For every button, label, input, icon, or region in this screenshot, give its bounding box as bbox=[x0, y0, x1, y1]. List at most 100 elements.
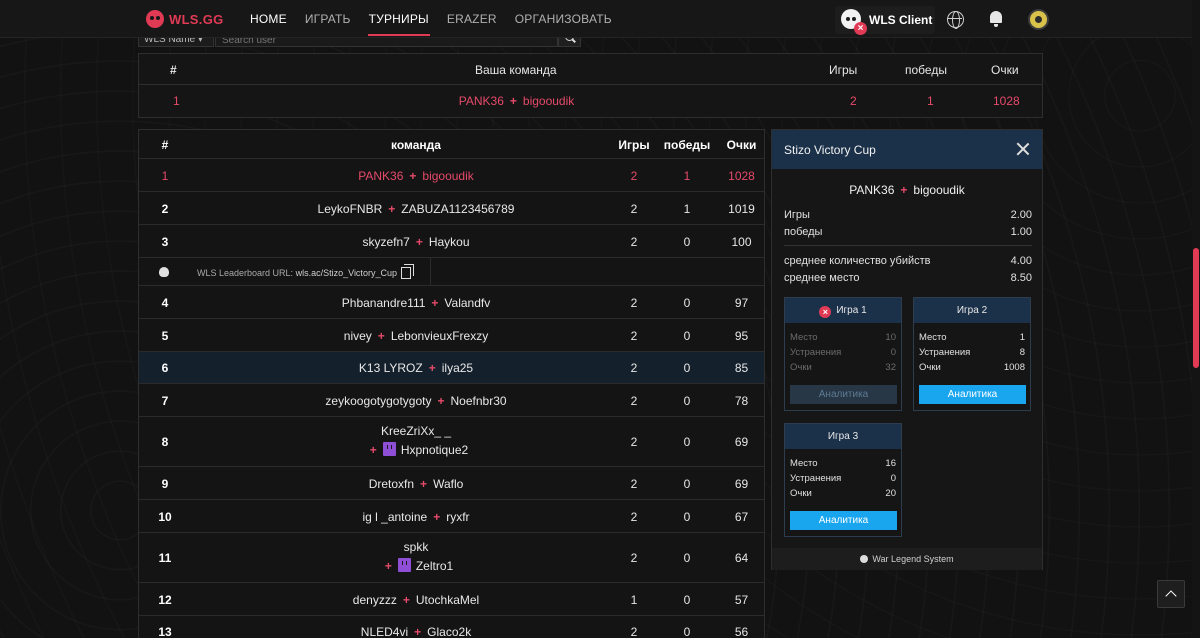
table-row[interactable]: 12 denyzzz + UtochkaMel 1 0 57 bbox=[139, 583, 764, 616]
col-points: Очки bbox=[991, 63, 1019, 77]
skull-icon bbox=[159, 267, 169, 277]
game-card-title: Игра 2 bbox=[914, 298, 1030, 323]
error-icon: × bbox=[819, 306, 832, 318]
row-wins: 0 bbox=[683, 235, 691, 249]
your-team-games: 2 bbox=[850, 94, 857, 108]
skull-icon bbox=[860, 555, 869, 563]
row-rank: 4 bbox=[161, 296, 169, 310]
leaderboard-url[interactable]: WLS Leaderboard URL: wls.ac/Stizo_Victor… bbox=[197, 264, 414, 279]
nav-play[interactable]: ИГРАТЬ bbox=[296, 0, 360, 38]
table-row[interactable]: 2 LeykoFNBR + ZABUZA1123456789 2 1 1019 bbox=[139, 192, 764, 225]
nav-home[interactable]: HOME bbox=[241, 0, 296, 38]
row-rank: 11 bbox=[158, 551, 172, 565]
table-row[interactable]: 9 Dretoxfn + Waflo 2 0 69 bbox=[139, 467, 764, 500]
row-rank: 3 bbox=[161, 235, 169, 249]
row-rank: 2 bbox=[161, 202, 169, 216]
nav-organize[interactable]: ОРГАНИЗОВАТЬ bbox=[506, 0, 621, 38]
analytics-button[interactable]: Аналитика bbox=[919, 385, 1026, 404]
your-team-players[interactable]: PANK36 + bigooudik bbox=[389, 94, 644, 108]
row-rank: 1 bbox=[161, 169, 169, 183]
table-row[interactable]: 10 ig l _antoine + ryxfr 2 0 67 bbox=[139, 500, 764, 533]
row-points: 67 bbox=[734, 510, 749, 524]
col-team: команда bbox=[391, 138, 441, 152]
your-team-rank: 1 bbox=[173, 94, 180, 108]
row-wins: 0 bbox=[683, 394, 691, 408]
table-row[interactable]: 11 spkk + Zeltro1 2 0 64 bbox=[139, 533, 764, 583]
row-team: LeykoFNBR + ZABUZA1123456789 bbox=[317, 202, 515, 216]
bell-icon[interactable] bbox=[988, 10, 1004, 28]
twitch-icon[interactable] bbox=[382, 442, 396, 456]
row-games: 2 bbox=[630, 435, 638, 449]
row-rank: 5 bbox=[161, 329, 169, 343]
row-team-player1: spkk bbox=[403, 540, 429, 554]
table-row[interactable]: 3 skyzefn7 + Haykou 2 0 100 bbox=[139, 225, 764, 258]
panel-team-name: PANK36 + bigooudik bbox=[849, 183, 965, 197]
game-points: Очки 20 bbox=[790, 488, 896, 499]
scrollbar-thumb[interactable] bbox=[1193, 248, 1199, 368]
stat-divider bbox=[784, 245, 1032, 246]
col-team: Ваша команда bbox=[475, 63, 557, 77]
table-row[interactable]: 7 zeykoogotygotygoty + Noefnbr30 2 0 78 bbox=[139, 384, 764, 417]
table-row[interactable]: 1 PANK36 + bigooudik 2 1 1028 bbox=[139, 159, 764, 192]
twitch-icon[interactable] bbox=[397, 558, 411, 572]
table-row[interactable]: 8 KreeZriXx_ _ + Hxpnotique2 2 0 69 bbox=[139, 417, 764, 467]
close-icon[interactable] bbox=[1015, 141, 1031, 157]
row-wins: 0 bbox=[683, 435, 691, 449]
wls-client-button[interactable]: × WLS Client bbox=[835, 6, 935, 35]
game-card-title: Игра 3 bbox=[785, 424, 901, 449]
game-place: Место 1 bbox=[919, 332, 1025, 343]
col-wins: победы bbox=[663, 138, 711, 152]
row-points: 1019 bbox=[728, 202, 755, 216]
panel-header: Stizo Victory Cup bbox=[772, 130, 1042, 169]
row-points: 69 bbox=[734, 435, 749, 449]
logo[interactable]: WLS.GG bbox=[146, 10, 224, 28]
row-wins: 1 bbox=[683, 202, 691, 216]
row-wins: 0 bbox=[683, 477, 691, 491]
row-rank: 10 bbox=[158, 510, 172, 524]
row-team: ig l _antoine + ryxfr bbox=[362, 510, 470, 524]
table-row[interactable]: 6 K13 LYROZ + ilya25 2 0 85 bbox=[139, 352, 764, 384]
row-games: 2 bbox=[630, 169, 638, 183]
stat-games: Игры 2.00 bbox=[784, 209, 1032, 221]
row-games: 2 bbox=[630, 477, 638, 491]
row-games: 2 bbox=[630, 329, 638, 343]
col-num: # bbox=[161, 138, 169, 152]
row-games: 1 bbox=[630, 593, 638, 607]
your-team-wins: 1 bbox=[927, 94, 934, 108]
row-rank: 6 bbox=[161, 361, 169, 375]
row-games: 2 bbox=[630, 202, 638, 216]
row-games: 2 bbox=[630, 551, 638, 565]
leaderboard-table: # команда Игры победы Очки 1 PANK36 + bigo… bbox=[138, 129, 765, 638]
row-team: skyzefn7 + Haykou bbox=[362, 235, 470, 249]
row-rank: 8 bbox=[161, 435, 169, 449]
row-games: 2 bbox=[630, 235, 638, 249]
nav-erazer[interactable]: ERAZER bbox=[438, 0, 506, 38]
table-row[interactable]: 5 nivey + LebonvieuxFrexzy 2 0 95 bbox=[139, 319, 764, 352]
game-points: Очки 1008 bbox=[919, 362, 1025, 373]
game-card-2: Игра 2 Место 1 Устранения 8 Очки 1008 Анали… bbox=[913, 297, 1031, 411]
row-wins: 1 bbox=[683, 169, 691, 183]
logo-text: WLS.GG bbox=[169, 11, 224, 27]
panel-title: Stizo Victory Cup bbox=[784, 143, 876, 157]
copy-icon[interactable] bbox=[400, 264, 414, 279]
row-team: denyzzz + UtochkaMel bbox=[352, 593, 480, 607]
user-avatar[interactable] bbox=[1028, 9, 1049, 30]
row-team-player2: + Hxpnotique2 bbox=[369, 442, 469, 457]
analytics-button[interactable]: Аналитика bbox=[790, 385, 897, 404]
game-elims: Устранения 0 bbox=[790, 473, 896, 484]
col-wins: победы bbox=[905, 63, 947, 77]
logo-icon bbox=[146, 10, 164, 28]
row-games: 2 bbox=[630, 394, 638, 408]
table-row[interactable]: 13 NLED4vi + Glaco2k 2 0 56 bbox=[139, 616, 764, 638]
nav-tournaments[interactable]: ТУРНИРЫ bbox=[360, 0, 438, 38]
globe-icon[interactable] bbox=[947, 11, 964, 29]
row-points: 1028 bbox=[728, 169, 755, 183]
scroll-to-top-button[interactable] bbox=[1157, 580, 1185, 608]
analytics-button[interactable]: Аналитика bbox=[790, 511, 897, 530]
row-points: 100 bbox=[731, 235, 752, 249]
row-points: 85 bbox=[734, 361, 749, 375]
main-nav: HOME ИГРАТЬ ТУРНИРЫ ERAZER ОРГАНИЗОВАТЬ bbox=[241, 0, 621, 38]
row-team: NLED4vi + Glaco2k bbox=[360, 625, 472, 638]
col-games: Игры bbox=[829, 63, 858, 77]
table-row[interactable]: 4 Phbanandre111 + Valandfv 2 0 97 bbox=[139, 286, 764, 319]
